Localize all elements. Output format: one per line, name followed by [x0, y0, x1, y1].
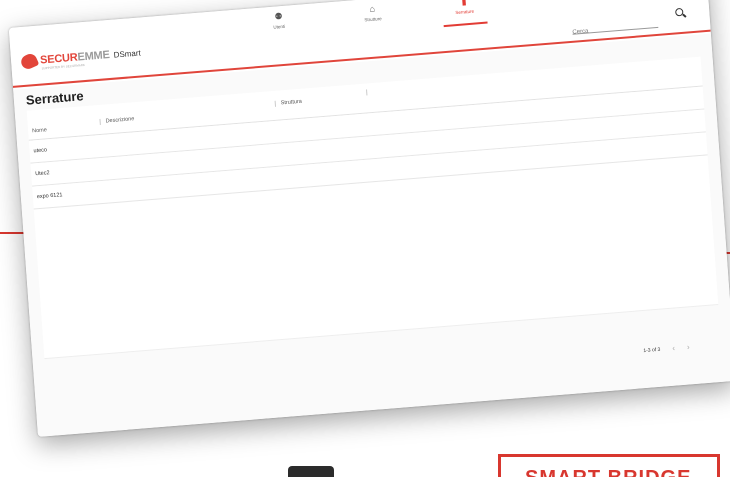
- search-input[interactable]: [572, 23, 653, 36]
- search-field[interactable]: [571, 13, 659, 36]
- device-home-button: [288, 466, 334, 477]
- next-page-button[interactable]: ›: [687, 342, 690, 351]
- column-header-struttura[interactable]: Struttura: [281, 99, 302, 107]
- pagination-range: 1-3 of 3: [643, 346, 661, 354]
- column-header-nome[interactable]: Nome: [32, 127, 47, 134]
- column-separator: [99, 118, 101, 125]
- tablet-screen: SECUREMME SUPPORTED BY SECURMARK DSmart …: [8, 0, 730, 437]
- brochure-heading-box: SMART BRIDGE: [498, 454, 720, 477]
- cell-nome: expo 6121: [36, 192, 63, 201]
- stage: SECUREMME SUPPORTED BY SECURMARK DSmart …: [0, 0, 730, 477]
- column-separator: [366, 89, 368, 96]
- previous-page-button[interactable]: ‹: [672, 344, 675, 353]
- cell-nome: Utec2: [35, 170, 50, 178]
- brand-logo[interactable]: SECUREMME SUPPORTED BY SECURMARK DSmart: [19, 45, 141, 72]
- pagination: 1-3 of 3 ‹ ›: [643, 342, 690, 355]
- brochure-heading: SMART BRIDGE: [525, 467, 691, 477]
- page-title: Serrature: [25, 88, 85, 108]
- app-window: SECUREMME SUPPORTED BY SECURMARK DSmart …: [8, 0, 730, 437]
- logo-mark-icon: [19, 51, 40, 72]
- nav-item-utenti[interactable]: ⚉ Utenti: [246, 8, 311, 32]
- main-content: Serrature Nome Descrizione Struttura ute…: [13, 33, 730, 437]
- locks-table: Nome Descrizione Struttura uteco Utec2 e…: [26, 56, 719, 360]
- nav-item-serrature[interactable]: ▮ Serrature: [432, 0, 497, 17]
- search-icon[interactable]: [675, 7, 684, 17]
- product-name: DSmart: [113, 47, 141, 60]
- column-header-descrizione[interactable]: Descrizione: [105, 116, 134, 124]
- nav-item-strutture[interactable]: ⌂ Strutture: [340, 0, 405, 24]
- cell-nome: uteco: [33, 147, 48, 155]
- column-separator: [274, 100, 277, 107]
